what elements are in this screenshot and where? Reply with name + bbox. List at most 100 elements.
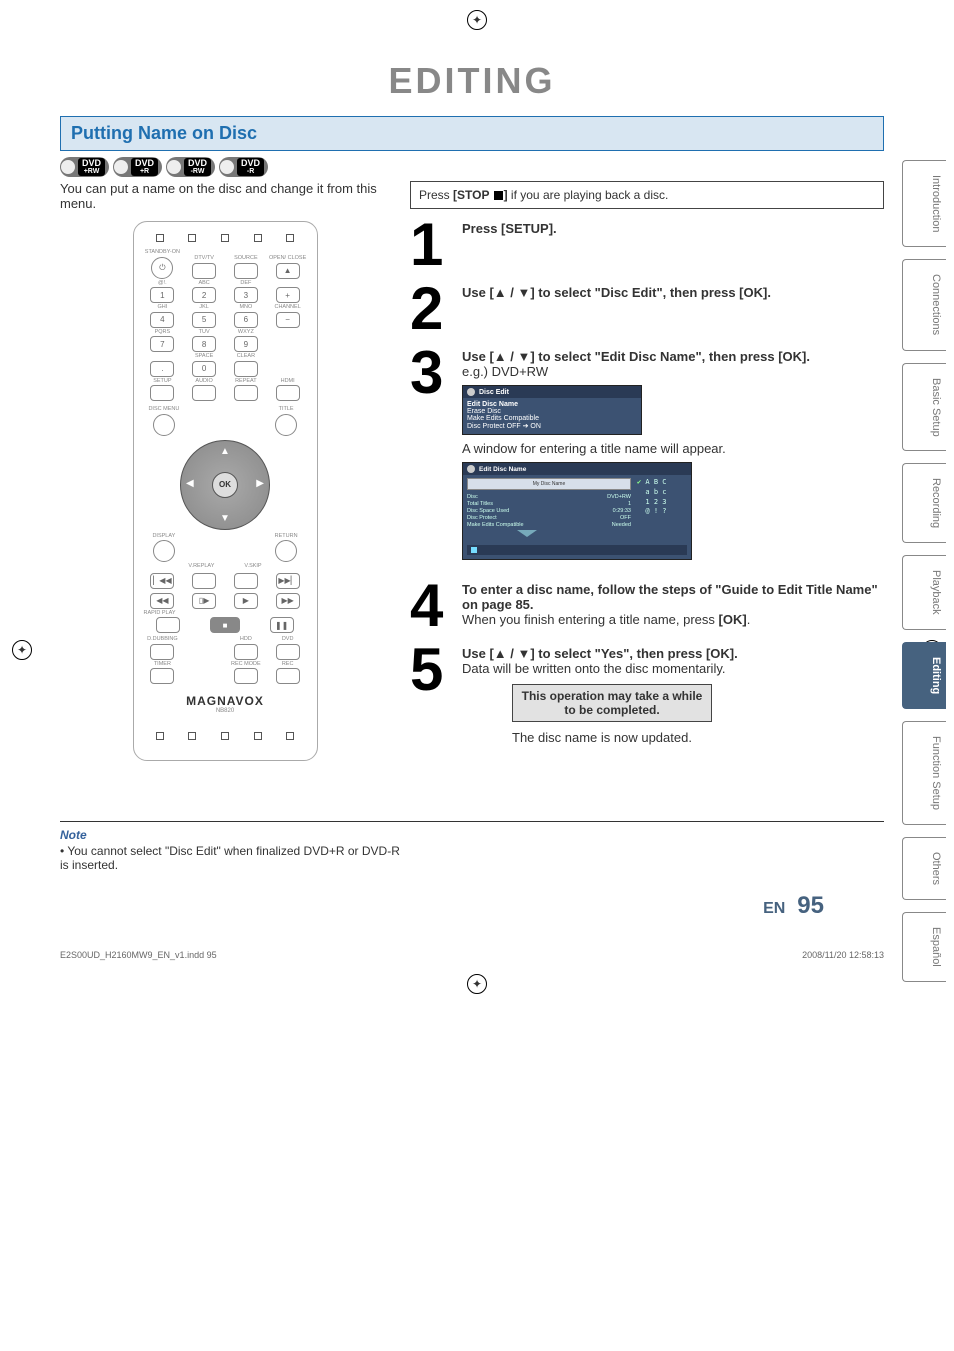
- osd-edit-disc-name: Edit Disc Name My Disc Name DiscDVD+RW T…: [462, 462, 692, 560]
- next-button: ▶▶▏: [276, 573, 300, 589]
- display-button: [153, 540, 175, 562]
- channel-up: +: [276, 287, 300, 303]
- page-number: EN95: [60, 892, 884, 920]
- stop-icon: [494, 191, 503, 200]
- tab-playback[interactable]: Playback: [902, 555, 946, 630]
- side-tabs: Introduction Connections Basic Setup Rec…: [902, 160, 946, 982]
- disc-badges: DVD+RW DVD+R DVD-RW DVD-R: [60, 157, 884, 177]
- section-header: Putting Name on Disc: [60, 116, 884, 151]
- key-1: 1: [150, 287, 174, 303]
- step-number: 1: [410, 221, 450, 269]
- tab-introduction[interactable]: Introduction: [902, 160, 946, 247]
- audio-button: [192, 385, 216, 401]
- hdd-button: [234, 644, 258, 660]
- open-close-button: ▲: [276, 263, 300, 279]
- tab-others[interactable]: Others: [902, 837, 946, 900]
- note-section: Note • You cannot select "Disc Edit" whe…: [60, 821, 884, 872]
- step-4: 4 To enter a disc name, follow the steps…: [410, 582, 884, 630]
- pause-step-button: ▯▶: [192, 593, 216, 609]
- vreplay-button: [192, 573, 216, 589]
- page-title: EDITING: [60, 60, 884, 102]
- footer-timestamp: 2008/11/20 12:58:13: [802, 950, 884, 960]
- tab-function-setup[interactable]: Function Setup: [902, 721, 946, 825]
- rew-button: ◀◀: [150, 593, 174, 609]
- channel-down: −: [276, 312, 300, 328]
- tab-basic-setup[interactable]: Basic Setup: [902, 363, 946, 452]
- badge-dvd-plus-rw: DVD+RW: [60, 157, 109, 177]
- model-number: NB820: [144, 708, 307, 714]
- recmode-button: [234, 668, 258, 684]
- badge-dvd-minus-r: DVD-R: [219, 157, 268, 177]
- tab-recording[interactable]: Recording: [902, 463, 946, 543]
- note-bullet: • You cannot select "Disc Edit" when fin…: [60, 844, 400, 872]
- step-2: 2 Use [▲ / ▼] to select "Disc Edit", the…: [410, 285, 884, 333]
- footer-file: E2S00UD_H2160MW9_EN_v1.indd 95: [60, 950, 217, 960]
- source-button: [234, 263, 258, 279]
- dtv-tv-button: [192, 263, 216, 279]
- standby-button: ⏻: [151, 257, 173, 279]
- crop-mark-top: [0, 0, 954, 40]
- osd-name-input: My Disc Name: [467, 478, 631, 490]
- step-number: 4: [410, 582, 450, 630]
- disc-menu-button: [153, 414, 175, 436]
- stop-button: ■: [210, 617, 240, 633]
- ff-button: ▶▶: [276, 593, 300, 609]
- vskip-button: [234, 573, 258, 589]
- step-number: 5: [410, 646, 450, 745]
- ok-button: OK: [212, 472, 238, 498]
- key-7: 7: [150, 336, 174, 352]
- crop-mark-bottom: [0, 964, 954, 1004]
- key-8: 8: [192, 336, 216, 352]
- pre-instruction: Press [STOP ] if you are playing back a …: [410, 181, 884, 209]
- key-5: 5: [192, 312, 216, 328]
- prev-button: ▏◀◀: [150, 573, 174, 589]
- setup-button: [150, 385, 174, 401]
- play-button: ▶: [234, 593, 258, 609]
- pause-button: ❚❚: [270, 617, 294, 633]
- key-0: 0: [192, 361, 216, 377]
- note-heading: Note: [60, 828, 884, 842]
- badge-dvd-minus-rw: DVD-RW: [166, 157, 215, 177]
- key-6: 6: [234, 312, 258, 328]
- rec-button: [276, 668, 300, 684]
- tab-connections[interactable]: Connections: [902, 259, 946, 350]
- step-number: 3: [410, 349, 450, 566]
- osd-disc-edit: Disc Edit Edit Disc Name Erase Disc Make…: [462, 385, 642, 435]
- key-4: 4: [150, 312, 174, 328]
- disc-icon: [467, 465, 475, 473]
- step-5-after: The disc name is now updated.: [512, 730, 884, 745]
- key-9: 9: [234, 336, 258, 352]
- ddubbing-button: [150, 644, 174, 660]
- intro-text: You can put a name on the disc and chang…: [60, 181, 390, 211]
- clear-button: [234, 361, 258, 377]
- timer-button: [150, 668, 174, 684]
- repeat-button: [234, 385, 258, 401]
- hdmi-button: [276, 385, 300, 401]
- dpad: ▲ ▼ ◀ ▶ OK: [180, 440, 270, 530]
- step-4-headline: To enter a disc name, follow the steps o…: [462, 582, 884, 612]
- badge-dvd-plus-r: DVD+R: [113, 157, 162, 177]
- key-dot: .: [150, 361, 174, 377]
- cursor-icon: [471, 547, 477, 553]
- dvd-button: [276, 644, 300, 660]
- tab-editing[interactable]: Editing: [902, 642, 946, 709]
- step-4-sub: When you finish entering a title name, p…: [462, 612, 884, 627]
- down-triangle-icon: [517, 530, 537, 537]
- key-3: 3: [234, 287, 258, 303]
- step-3: 3 Use [▲ / ▼] to select "Edit Disc Name"…: [410, 349, 884, 566]
- step-5-headline: Use [▲ / ▼] to select "Yes", then press …: [462, 646, 884, 661]
- step-2-headline: Use [▲ / ▼] to select "Disc Edit", then …: [462, 285, 771, 300]
- tab-espanol[interactable]: Español: [902, 912, 946, 982]
- step-3-after: A window for entering a title name will …: [462, 441, 884, 456]
- step-5-sub: Data will be written onto the disc momen…: [462, 661, 884, 676]
- remote-control-illustration: STANDBY-ON⏻ DTV/TV SOURCE OPEN/ CLOSE▲ @…: [133, 221, 318, 761]
- operation-note: This operation may take a while to be co…: [512, 684, 712, 722]
- step-5: 5 Use [▲ / ▼] to select "Yes", then pres…: [410, 646, 884, 745]
- rapid-play-button: [156, 617, 180, 633]
- step-1-headline: Press [SETUP].: [462, 221, 557, 236]
- title-button: [275, 414, 297, 436]
- step-3-headline: Use [▲ / ▼] to select "Edit Disc Name", …: [462, 349, 884, 364]
- brand-logo: MAGNAVOX: [144, 694, 307, 708]
- step-1: 1 Press [SETUP].: [410, 221, 884, 269]
- footer-meta: E2S00UD_H2160MW9_EN_v1.indd 95 2008/11/2…: [0, 940, 954, 964]
